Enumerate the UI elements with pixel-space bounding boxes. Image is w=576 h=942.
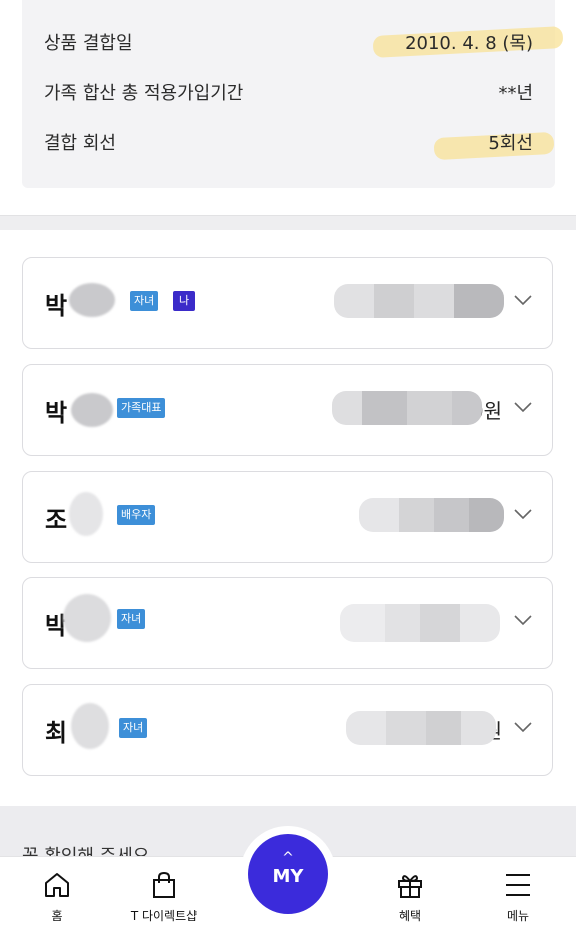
member-name: 박 bbox=[45, 292, 68, 320]
member-card[interactable]: 조 배우자 할 bbox=[22, 471, 553, 563]
home-icon bbox=[45, 873, 69, 897]
relation-tag: 자녀 bbox=[117, 609, 146, 629]
gift-icon bbox=[398, 875, 422, 898]
combination-summary: 상품 결합일 2010. 4. 8 (목) 가족 합산 총 적용가입기간 **년… bbox=[22, 0, 564, 188]
nav-benefits[interactable]: 혜택 bbox=[360, 871, 460, 924]
blurred-amount bbox=[346, 711, 496, 745]
summary-value: 5회선 bbox=[433, 129, 555, 161]
hamburger-menu-icon bbox=[506, 874, 530, 896]
blurred-name bbox=[71, 703, 109, 749]
blurred-name bbox=[71, 393, 113, 427]
chevron-down-icon[interactable] bbox=[514, 294, 532, 306]
nav-direct-shop[interactable]: T 다이렉트샵 bbox=[114, 871, 214, 924]
section-divider bbox=[0, 215, 576, 230]
shopping-bag-icon bbox=[153, 871, 175, 898]
blurred-name bbox=[63, 594, 111, 642]
my-label: MY bbox=[272, 866, 304, 887]
summary-label: 상품 결합일 bbox=[44, 33, 133, 54]
member-name: 최 bbox=[45, 719, 68, 747]
relation-tag: 자녀 bbox=[130, 291, 159, 311]
summary-row-lines: 결합 회선 5회선 bbox=[44, 127, 555, 161]
me-tag: 나 bbox=[173, 291, 196, 311]
summary-row-period: 가족 합산 총 적용가입기간 **년 bbox=[44, 77, 533, 107]
member-card[interactable]: 박 자녀 bbox=[22, 577, 553, 669]
chevron-down-icon[interactable] bbox=[514, 401, 532, 413]
nav-menu[interactable]: 메뉴 bbox=[468, 871, 568, 924]
relation-tag: 가족대표 bbox=[117, 398, 166, 418]
blurred-amount bbox=[332, 391, 482, 425]
relation-tag: 배우자 bbox=[117, 505, 156, 525]
member-card[interactable]: 박 가족대표 한 0원 bbox=[22, 364, 553, 456]
nav-label: 메뉴 bbox=[506, 909, 530, 923]
member-card[interactable]: 박 자녀 나 원 bbox=[22, 257, 553, 349]
blurred-amount bbox=[334, 284, 504, 318]
member-card[interactable]: 최 자녀 한 원 bbox=[22, 684, 553, 776]
summary-label: 결합 회선 bbox=[44, 133, 116, 154]
summary-row-date: 상품 결합일 2010. 4. 8 (목) bbox=[44, 26, 564, 58]
chevron-down-icon[interactable] bbox=[514, 614, 532, 626]
nav-home[interactable]: 홈 bbox=[7, 871, 107, 924]
relation-tag: 자녀 bbox=[119, 718, 148, 738]
blurred-amount bbox=[340, 604, 500, 642]
nav-label: T 다이렉트샵 bbox=[130, 909, 198, 923]
blurred-name bbox=[69, 492, 103, 536]
chevron-up-icon: ^ bbox=[282, 850, 294, 866]
nav-label: 홈 bbox=[51, 909, 63, 923]
nav-label: 혜택 bbox=[398, 909, 422, 923]
blurred-name bbox=[69, 283, 115, 317]
summary-value: 2010. 4. 8 (목) bbox=[372, 26, 564, 58]
my-button[interactable]: ^ MY bbox=[248, 834, 328, 914]
summary-label: 가족 합산 총 적용가입기간 bbox=[44, 83, 244, 104]
member-name: 박 bbox=[45, 399, 68, 427]
summary-value: **년 bbox=[498, 83, 533, 104]
chevron-down-icon[interactable] bbox=[514, 508, 532, 520]
chevron-down-icon[interactable] bbox=[514, 721, 532, 733]
blurred-amount bbox=[359, 498, 504, 532]
member-name: 조 bbox=[45, 506, 68, 534]
